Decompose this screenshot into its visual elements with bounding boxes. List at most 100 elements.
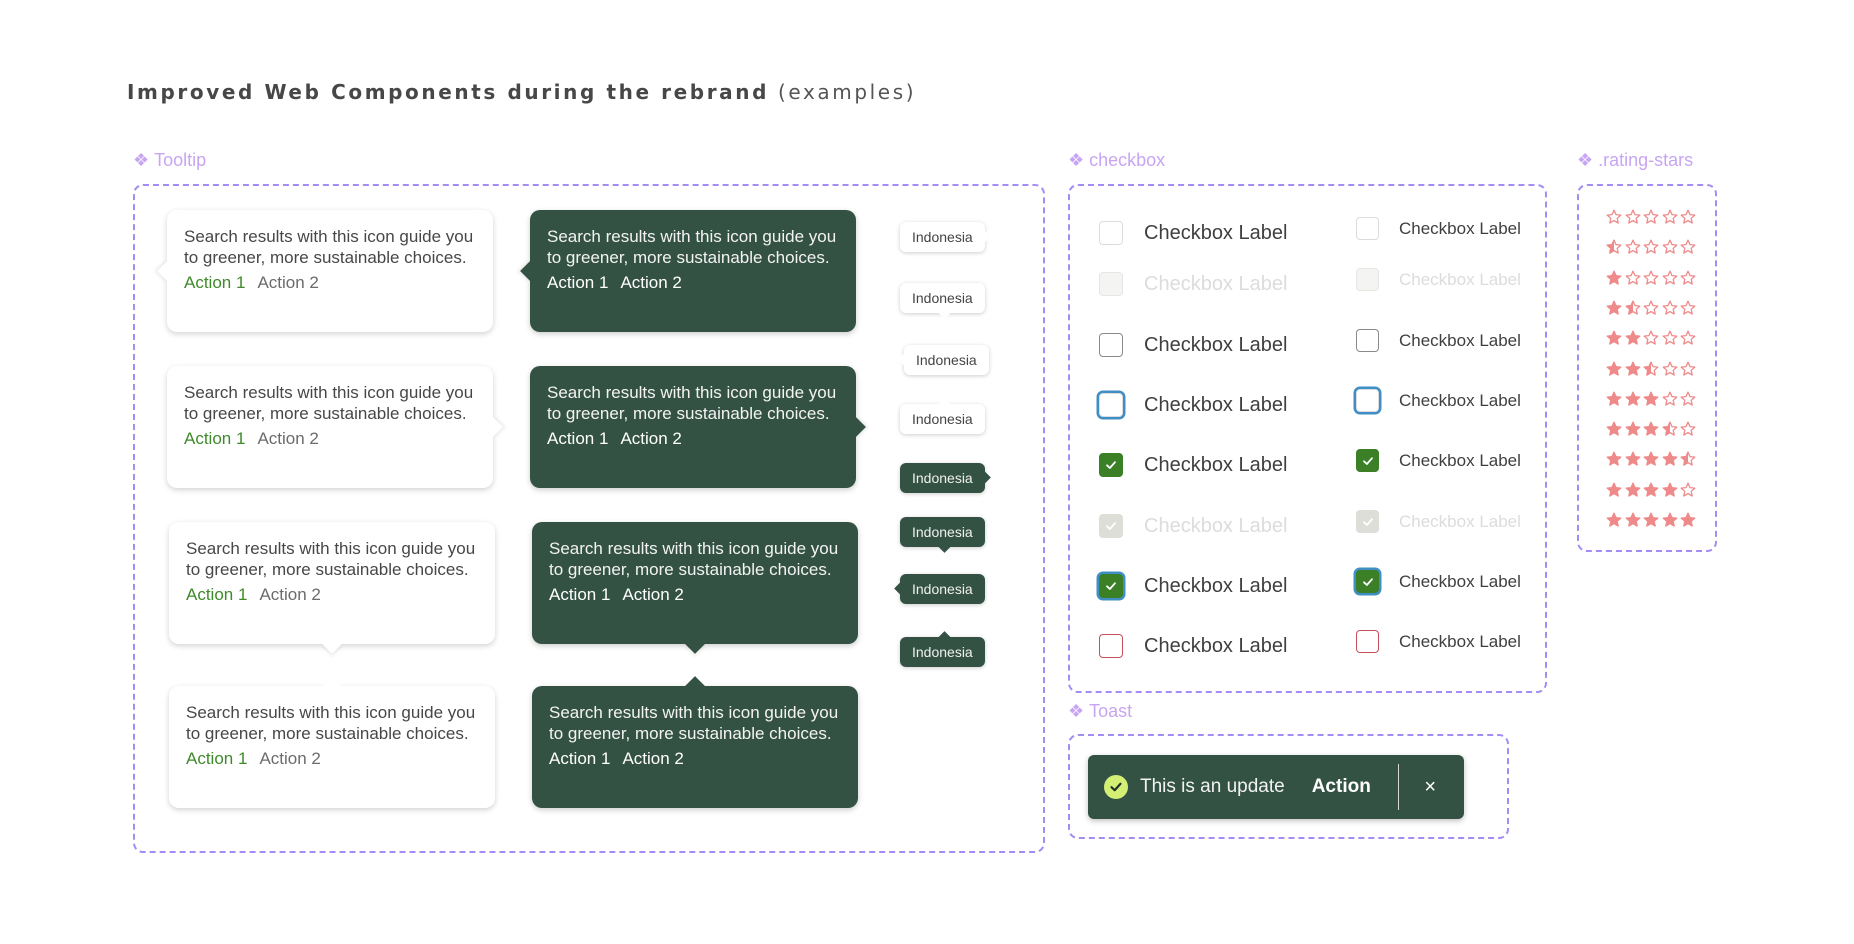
rating-row[interactable] <box>1606 209 1696 230</box>
checkbox-small-disabled[interactable]: Checkbox Label <box>1356 268 1521 291</box>
rating-row[interactable] <box>1606 451 1696 472</box>
checkbox-box[interactable] <box>1356 630 1379 653</box>
tooltip-action-1[interactable]: Action 1 <box>549 584 610 605</box>
checkbox-large-disabled[interactable]: Checkbox Label <box>1099 272 1287 296</box>
checkbox-small-checked[interactable]: Checkbox Label <box>1356 449 1521 472</box>
star-full-icon <box>1643 421 1659 442</box>
tooltip-action-2[interactable]: Action 2 <box>620 272 681 293</box>
checkbox-box[interactable] <box>1356 510 1379 533</box>
checkbox-label: Checkbox Label <box>1399 390 1521 410</box>
checkbox-small-error[interactable]: Checkbox Label <box>1356 630 1521 653</box>
checkbox-box[interactable] <box>1099 333 1123 357</box>
checkmark-icon <box>1104 519 1118 533</box>
chip-text: Indonesia <box>912 581 973 597</box>
tooltip-action-2[interactable]: Action 2 <box>622 584 683 605</box>
checkbox-box[interactable] <box>1356 449 1379 472</box>
tooltip-action-1[interactable]: Action 1 <box>547 428 608 449</box>
checkbox-large-error[interactable]: Checkbox Label <box>1099 634 1287 658</box>
tooltip-action-2[interactable]: Action 2 <box>259 584 320 605</box>
rating-row[interactable] <box>1606 482 1696 503</box>
checkbox-small-checked-disabled[interactable]: Checkbox Label <box>1356 510 1521 533</box>
tooltip-dark-arrow-left: Search results with this icon guide you … <box>520 210 856 332</box>
checkbox-box[interactable] <box>1099 221 1123 245</box>
rating-row[interactable] <box>1606 512 1696 533</box>
tooltip-action-2[interactable]: Action 2 <box>620 428 681 449</box>
component-diamond-icon: ❖ <box>1068 701 1085 721</box>
star-empty-icon <box>1680 482 1696 503</box>
checkbox-box[interactable] <box>1099 453 1123 477</box>
checkbox-box[interactable] <box>1356 570 1379 593</box>
checkbox-box[interactable] <box>1356 217 1379 240</box>
page-title: Improved Web Components during the rebra… <box>127 80 916 104</box>
tooltip-chip-light-arrow-down: Indonesia <box>900 283 985 319</box>
checkbox-small-default[interactable]: Checkbox Label <box>1356 217 1521 240</box>
checkbox-label: Checkbox Label <box>1399 631 1521 651</box>
star-full-icon <box>1606 391 1622 412</box>
tooltip-action-2[interactable]: Action 2 <box>257 272 318 293</box>
tooltip-action-2[interactable]: Action 2 <box>259 748 320 769</box>
tooltip-body: Search results with this icon guide you … <box>549 539 839 579</box>
checkbox-small-checked-focus[interactable]: Checkbox Label <box>1356 570 1521 593</box>
star-empty-icon <box>1662 300 1678 321</box>
tooltip-actions: Action 1 Action 2 <box>547 272 839 293</box>
tooltip-dark-arrow-down: Search results with this icon guide you … <box>532 522 858 654</box>
rating-row[interactable] <box>1606 330 1696 351</box>
tooltip-action-1[interactable]: Action 1 <box>184 428 245 449</box>
checkbox-large-checked-focus[interactable]: Checkbox Label <box>1099 574 1287 598</box>
checkbox-box[interactable] <box>1099 272 1123 296</box>
star-empty-icon <box>1662 330 1678 351</box>
checkbox-box[interactable] <box>1356 389 1379 412</box>
checkbox-label: Checkbox Label <box>1144 453 1288 476</box>
checkbox-box[interactable] <box>1099 514 1123 538</box>
star-empty-icon <box>1625 270 1641 291</box>
checkmark-icon <box>1361 515 1375 529</box>
tooltip-action-1[interactable]: Action 1 <box>549 748 610 769</box>
checkbox-box[interactable] <box>1356 268 1379 291</box>
checkbox-frame <box>1068 184 1547 693</box>
star-full-icon <box>1662 512 1678 533</box>
tooltip-action-1[interactable]: Action 1 <box>184 272 245 293</box>
close-icon[interactable]: × <box>1424 776 1436 799</box>
tooltip-actions: Action 1 Action 2 <box>547 428 839 449</box>
toast-action-button[interactable]: Action <box>1312 776 1371 798</box>
rating-row[interactable] <box>1606 239 1696 260</box>
checkbox-label: Checkbox Label <box>1399 330 1521 350</box>
rating-row[interactable] <box>1606 361 1696 382</box>
checkbox-box[interactable] <box>1099 574 1123 598</box>
check-circle-icon <box>1104 775 1128 799</box>
checkbox-box[interactable] <box>1356 329 1379 352</box>
star-empty-icon <box>1662 209 1678 230</box>
rating-row[interactable] <box>1606 391 1696 412</box>
tooltip-action-2[interactable]: Action 2 <box>622 748 683 769</box>
checkbox-large-default[interactable]: Checkbox Label <box>1099 221 1287 245</box>
checkbox-box[interactable] <box>1099 393 1123 417</box>
chip-text: Indonesia <box>912 229 973 245</box>
checkbox-label: Checkbox Label <box>1144 221 1288 244</box>
checkbox-large-checked[interactable]: Checkbox Label <box>1099 453 1287 477</box>
tooltip-body: Search results with this icon guide you … <box>547 227 837 267</box>
checkmark-icon <box>1104 458 1118 472</box>
rating-row[interactable] <box>1606 300 1696 321</box>
checkbox-box[interactable] <box>1099 634 1123 658</box>
section-label-text: checkbox <box>1089 150 1166 170</box>
star-empty-icon <box>1643 209 1659 230</box>
tooltip-action-1[interactable]: Action 1 <box>186 584 247 605</box>
page-title-main: Improved Web Components during the rebra… <box>127 80 770 104</box>
tooltip-body: Search results with this icon guide you … <box>184 227 474 267</box>
rating-row[interactable] <box>1606 421 1696 442</box>
chip-text: Indonesia <box>912 290 973 306</box>
tooltip-body: Search results with this icon guide you … <box>186 703 476 743</box>
checkbox-large-hover[interactable]: Checkbox Label <box>1099 333 1287 357</box>
checkbox-large-checked-disabled[interactable]: Checkbox Label <box>1099 514 1287 538</box>
checkmark-icon <box>1361 454 1375 468</box>
star-empty-icon <box>1680 239 1696 260</box>
tooltip-action-2[interactable]: Action 2 <box>257 428 318 449</box>
rating-row[interactable] <box>1606 270 1696 291</box>
tooltip-action-1[interactable]: Action 1 <box>186 748 247 769</box>
toast: This is an update Action × <box>1088 755 1464 819</box>
checkbox-small-hover[interactable]: Checkbox Label <box>1356 329 1521 352</box>
tooltip-action-1[interactable]: Action 1 <box>547 272 608 293</box>
checkbox-large-focus[interactable]: Checkbox Label <box>1099 393 1287 417</box>
tooltip-actions: Action 1 Action 2 <box>184 272 476 293</box>
checkbox-small-focus[interactable]: Checkbox Label <box>1356 389 1521 412</box>
